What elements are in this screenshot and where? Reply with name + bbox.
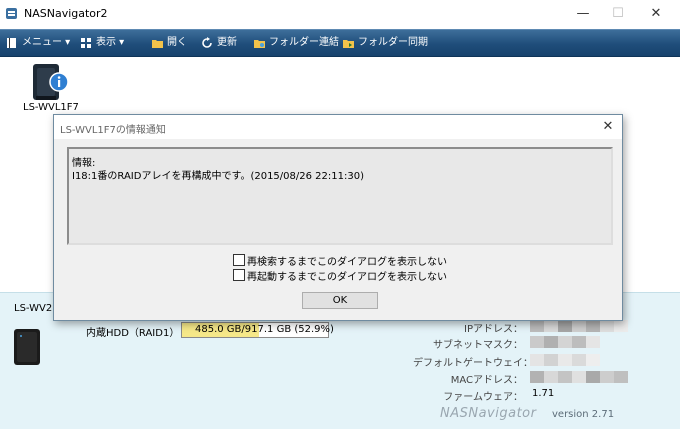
hdd-label: 内蔵HDD（RAID1）: [86, 328, 180, 339]
folder-sync-icon: [343, 40, 354, 48]
ip-value-blurred: [530, 320, 628, 332]
close-button[interactable]: ✕: [646, 4, 666, 24]
version-text: version 2.71: [552, 409, 615, 420]
hdd-usage-text: 485.0 GB/917.1 GB (52.9%): [195, 324, 334, 335]
device-name-label[interactable]: LS-WVL1F7: [23, 102, 79, 113]
dialog-title-bar: LS-WVL1F7の情報通知 ✕: [54, 115, 622, 139]
folder-link-icon: [254, 40, 265, 48]
minimize-button[interactable]: —: [573, 4, 593, 24]
message-box: 情報: I18:1番のRAIDアレイを再構成中です。(2015/08/26 22…: [67, 147, 613, 245]
folder-icon: [152, 40, 163, 48]
subnet-value-blurred: [530, 336, 600, 348]
info-notification-dialog: LS-WVL1F7の情報通知 ✕ 情報: I18:1番のRAIDアレイを再構成中…: [53, 114, 623, 321]
grid-icon: [81, 38, 91, 48]
checkbox-label: 再検索するまでこのダイアログを表示しない: [247, 257, 447, 268]
folder-link-label: フォルダー連結: [269, 37, 339, 48]
nas-device-icon[interactable]: [29, 60, 69, 104]
nas-device-image: [14, 329, 40, 365]
firmware-label: ファームウェア：: [443, 392, 523, 403]
mac-value-blurred: [530, 371, 628, 383]
subnet-label: サブネットマスク：: [433, 340, 523, 351]
info-message: I18:1番のRAIDアレイを再構成中です。(2015/08/26 22:11:…: [72, 171, 364, 182]
view-label: 表示 ▾: [96, 37, 125, 48]
maximize-button[interactable]: ☐: [608, 4, 628, 24]
menu-label: メニュー ▾: [22, 37, 71, 48]
gateway-label: デフォルトゲートウェイ：: [413, 358, 533, 369]
checkbox[interactable]: [233, 269, 245, 281]
title-bar: NASNavigator2 — ☐ ✕: [0, 0, 680, 28]
folder-sync-label: フォルダー同期: [358, 37, 428, 48]
hdd-usage-bar: 485.0 GB/917.1 GB (52.9%): [181, 322, 334, 338]
app-icon: [6, 8, 17, 19]
dialog-title: LS-WVL1F7の情報通知: [60, 125, 166, 136]
brand-logo: NASNavigator: [440, 406, 537, 421]
dialog-close-button[interactable]: ✕: [599, 118, 617, 136]
gateway-value-blurred: [530, 354, 600, 366]
mac-label: MACアドレス：: [450, 375, 523, 386]
open-label: 開く: [167, 37, 187, 48]
refresh-label: 更新: [217, 37, 237, 48]
firmware-value: 1.71: [532, 388, 555, 399]
checkbox[interactable]: [233, 254, 245, 266]
ip-label: IPアドレス：: [464, 324, 523, 335]
ok-button[interactable]: OK: [302, 292, 378, 309]
app-title: NASNavigator2: [24, 7, 108, 20]
refresh-icon: [202, 37, 212, 48]
book-icon: [7, 38, 16, 48]
checkbox-label: 再起動するまでこのダイアログを表示しない: [247, 272, 447, 283]
toolbar: メニュー ▾ 表示 ▾ 開く 更新 フォルダー連結 フォルダー同期: [0, 29, 680, 57]
